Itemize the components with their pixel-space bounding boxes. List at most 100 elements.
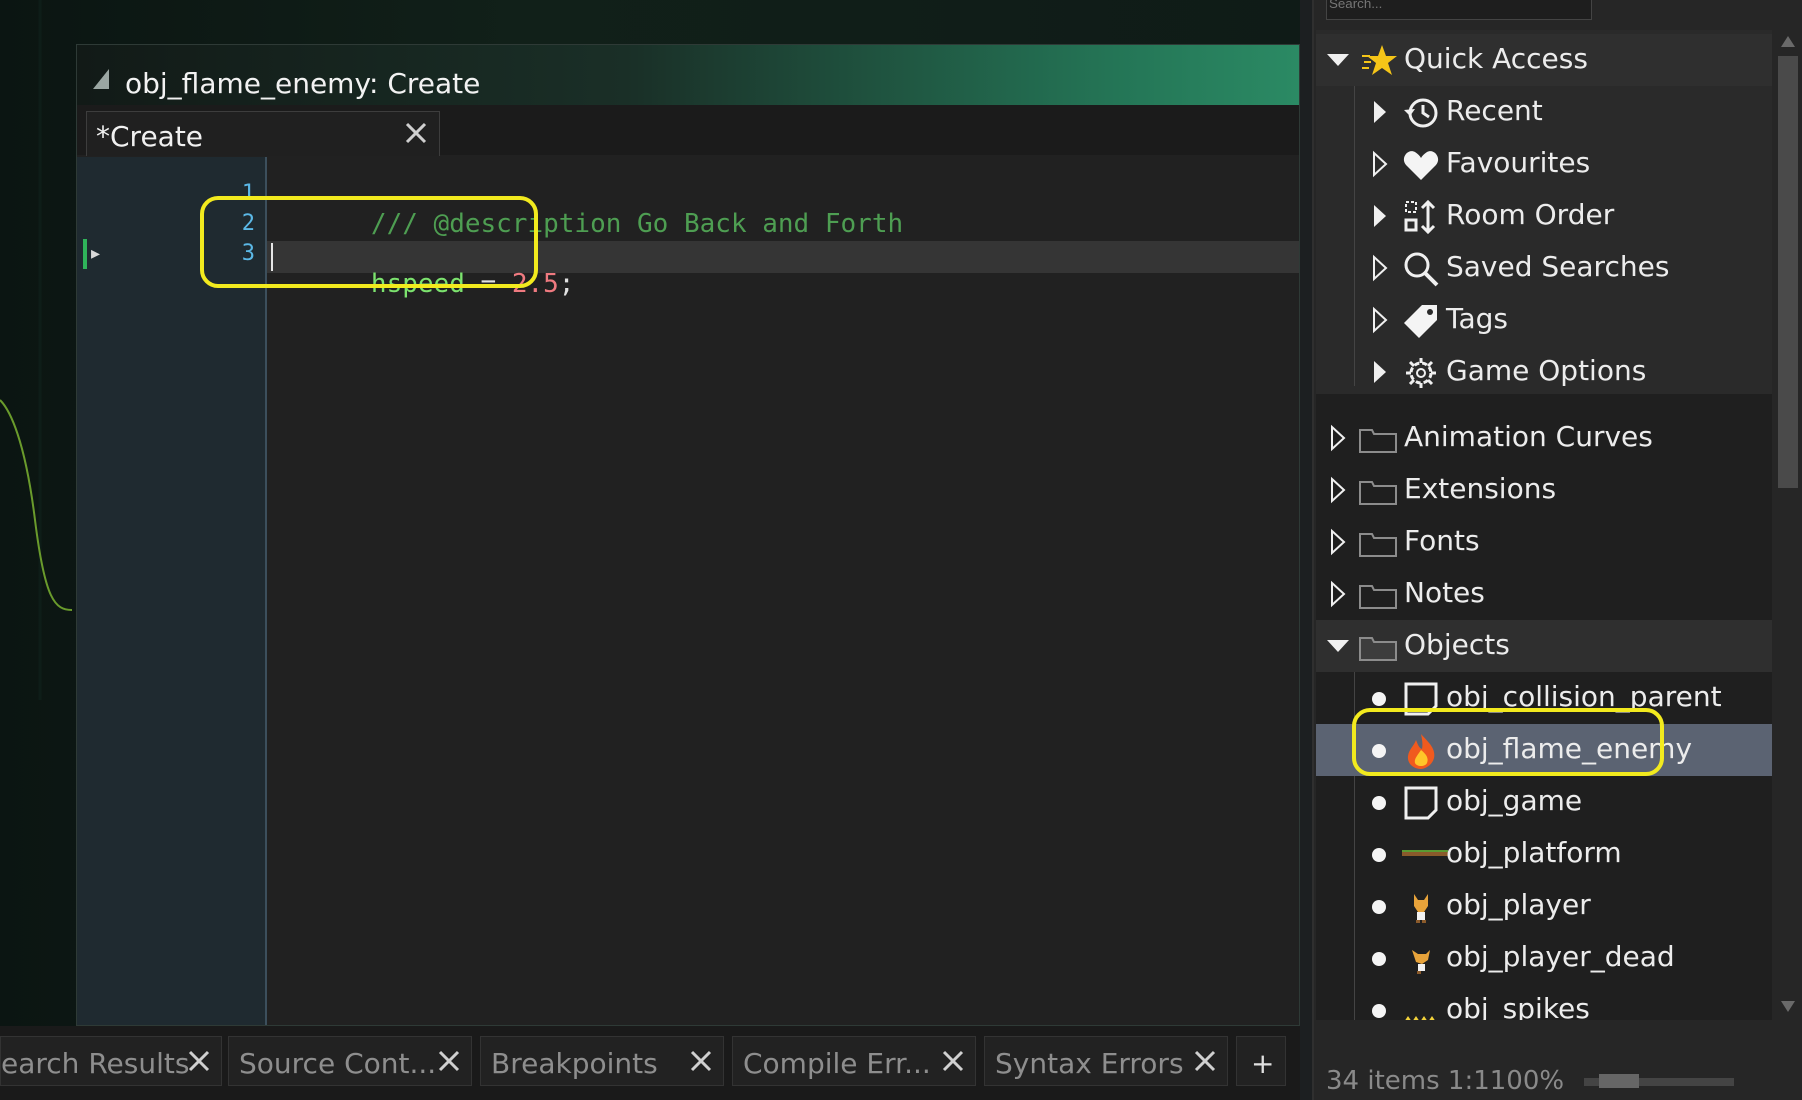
- platform-sprite-icon: [1402, 850, 1448, 856]
- scroll-up-icon[interactable]: [1780, 34, 1796, 48]
- bullet-icon: [1372, 848, 1386, 862]
- tree-item-favourites[interactable]: Favourites: [1316, 138, 1772, 190]
- tree-item-obj-platform[interactable]: obj_platform: [1316, 828, 1772, 880]
- tree-item-game-options[interactable]: Game Options: [1316, 346, 1772, 398]
- tree-item-saved-searches[interactable]: Saved Searches: [1316, 242, 1772, 294]
- search-input[interactable]: [1326, 0, 1592, 20]
- chevron-down-icon[interactable]: [1324, 46, 1352, 74]
- folder-icon: [1359, 585, 1397, 609]
- tree-item-tags[interactable]: Tags: [1316, 294, 1772, 346]
- close-icon[interactable]: [435, 1047, 463, 1075]
- scrollbar-thumb[interactable]: [1778, 56, 1798, 488]
- close-icon[interactable]: [401, 118, 431, 148]
- chevron-right-icon[interactable]: [1366, 98, 1394, 126]
- chevron-right-icon[interactable]: [1366, 202, 1394, 230]
- zoom-slider-handle[interactable]: [1599, 1074, 1639, 1088]
- tree-item-room-order[interactable]: Room Order: [1316, 190, 1772, 242]
- player-dead-sprite-icon: [1412, 950, 1430, 974]
- close-icon[interactable]: [687, 1047, 715, 1075]
- tree-item-label: obj_player_dead: [1446, 940, 1675, 973]
- tab-label: earch Results: [1, 1047, 190, 1080]
- tree-item-obj-spikes[interactable]: obj_spikes: [1316, 984, 1772, 1020]
- tree-item-label: obj_player: [1446, 888, 1591, 921]
- bullet-icon: [1372, 952, 1386, 966]
- folder-icon: [1359, 429, 1397, 453]
- window-titlebar[interactable]: obj_flame_enemy: Create: [77, 45, 1299, 105]
- chevron-right-outline-icon[interactable]: [1366, 254, 1394, 282]
- asset-status-bar: 34 items 1:1100%: [1314, 1050, 1802, 1100]
- tree-item-label: Extensions: [1404, 472, 1557, 505]
- chevron-right-outline-icon[interactable]: [1324, 580, 1352, 608]
- bullet-icon: [1372, 1004, 1386, 1018]
- tree-item-label: Quick Access: [1404, 42, 1588, 75]
- tree-item-recent[interactable]: Recent: [1316, 86, 1772, 138]
- scroll-down-icon[interactable]: [1780, 1000, 1796, 1014]
- code-editor-window: obj_flame_enemy: Create *Create ▸ 1 2 3 …: [76, 44, 1300, 1026]
- chevron-right-icon: ▸: [91, 243, 101, 264]
- asset-tree: Quick Access Recent Favourites Room Orde…: [1316, 30, 1772, 1020]
- tree-item-extensions[interactable]: Extensions: [1316, 464, 1772, 516]
- tab-compile-errors[interactable]: Compile Err...: [732, 1036, 976, 1086]
- chevron-down-icon[interactable]: [1324, 632, 1352, 660]
- path-curve: [0, 0, 73, 700]
- bullet-icon: [1372, 900, 1386, 914]
- close-icon[interactable]: [1191, 1047, 1219, 1075]
- tree-item-obj-player-dead[interactable]: obj_player_dead: [1316, 932, 1772, 984]
- tab-syntax-errors[interactable]: Syntax Errors: [984, 1036, 1228, 1086]
- tree-item-label: obj_spikes: [1446, 992, 1590, 1020]
- tab-label: Compile Err...: [743, 1047, 931, 1080]
- close-icon[interactable]: [939, 1047, 967, 1075]
- tree-item-label: Favourites: [1446, 146, 1591, 179]
- change-marker: [83, 239, 87, 269]
- tab-create[interactable]: *Create: [86, 111, 440, 156]
- folder-open-icon: [1359, 637, 1397, 661]
- folder-icon: [1359, 481, 1397, 505]
- highlight-annotation: [1352, 708, 1664, 776]
- history-icon: [1404, 98, 1438, 128]
- close-icon[interactable]: [185, 1047, 213, 1075]
- tree-item-fonts[interactable]: Fonts: [1316, 516, 1772, 568]
- tab-breakpoints[interactable]: Breakpoints: [480, 1036, 724, 1086]
- tree-item-obj-player[interactable]: obj_player: [1316, 880, 1772, 932]
- chevron-right-outline-icon[interactable]: [1324, 528, 1352, 556]
- add-tab-label: +: [1251, 1047, 1275, 1080]
- tag-icon: [1404, 305, 1437, 338]
- tree-item-obj-game[interactable]: obj_game: [1316, 776, 1772, 828]
- add-tab-button[interactable]: +: [1236, 1036, 1286, 1086]
- window-title: obj_flame_enemy: Create: [125, 67, 481, 100]
- folder-icon: [1359, 533, 1397, 557]
- tree-item-objects[interactable]: Objects: [1316, 620, 1772, 672]
- tree-item-quick-access[interactable]: Quick Access: [1316, 34, 1772, 86]
- tree-item-label: Room Order: [1446, 198, 1615, 231]
- chevron-right-outline-icon[interactable]: [1324, 476, 1352, 504]
- star-icon: [1362, 45, 1397, 75]
- search-icon: [1404, 252, 1439, 287]
- tree-item-notes[interactable]: Notes: [1316, 568, 1772, 620]
- chevron-right-outline-icon[interactable]: [1366, 150, 1394, 178]
- asset-browser: Quick Access Recent Favourites: [1312, 0, 1802, 1100]
- tab-label: *Create: [96, 120, 204, 153]
- tree-item-label: Recent: [1446, 94, 1543, 127]
- player-sprite-icon: [1414, 894, 1428, 923]
- chevron-right-icon[interactable]: [1366, 358, 1394, 386]
- item-count-zoom: 34 items 1:1100%: [1326, 1066, 1565, 1096]
- tree-item-label: Tags: [1446, 302, 1508, 335]
- highlight-annotation: [200, 196, 538, 288]
- editor-tab-strip: *Create: [77, 105, 1299, 156]
- blank-object-icon: [1404, 786, 1438, 820]
- bullet-icon: [1372, 796, 1386, 810]
- tab-search-results[interactable]: earch Results: [0, 1036, 222, 1086]
- tree-item-animation-curves[interactable]: Animation Curves: [1316, 412, 1772, 464]
- gear-icon: [1406, 358, 1436, 388]
- room-order-icon: [1404, 199, 1436, 235]
- tab-label: Breakpoints: [491, 1047, 658, 1080]
- chevron-right-outline-icon[interactable]: [1366, 306, 1394, 334]
- resize-grip-icon[interactable]: [93, 69, 109, 89]
- chevron-right-outline-icon[interactable]: [1324, 424, 1352, 452]
- code-semicolon: ;: [558, 269, 575, 299]
- tree-item-label: Saved Searches: [1446, 250, 1670, 283]
- tab-source-control[interactable]: Source Cont...: [228, 1036, 472, 1086]
- tree-item-label: Fonts: [1404, 524, 1480, 557]
- output-tab-bar: earch Results Source Cont... Breakpoints…: [0, 1026, 1300, 1100]
- tree-scrollbar[interactable]: [1776, 30, 1800, 1020]
